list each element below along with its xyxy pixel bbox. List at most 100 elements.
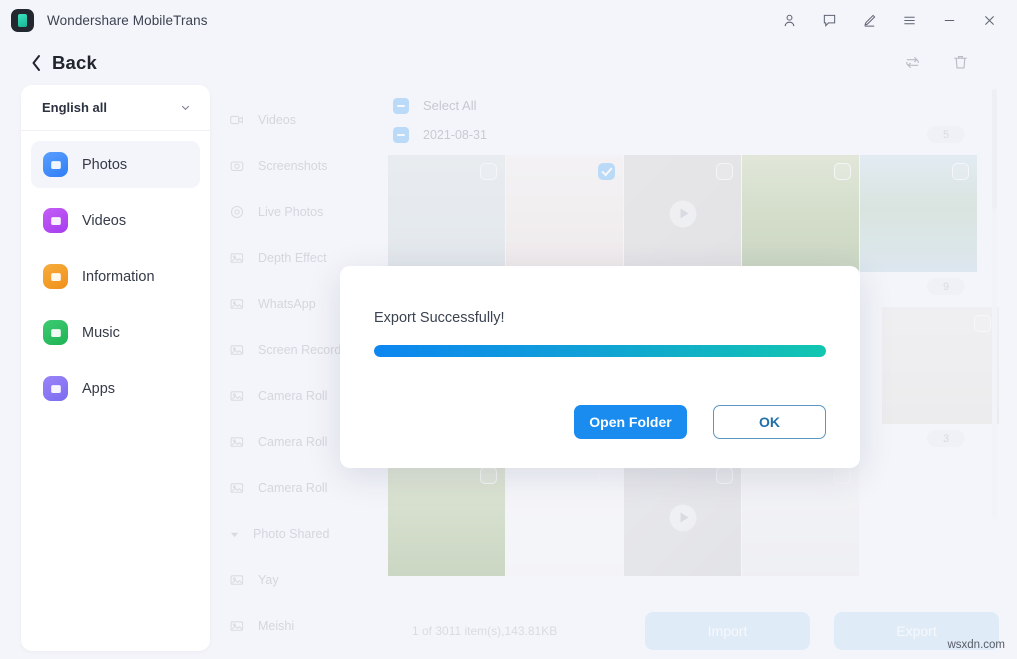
category-item-label: Screenshots — [258, 159, 327, 173]
play-icon[interactable] — [669, 200, 696, 227]
content-toolbar — [901, 52, 999, 74]
category-item-label: Videos — [258, 113, 296, 127]
refresh-icon[interactable] — [901, 52, 923, 74]
language-label: English all — [42, 100, 179, 115]
album-icon — [228, 480, 245, 497]
account-icon[interactable] — [775, 6, 803, 34]
chevron-down-icon — [179, 101, 192, 114]
dialog-message: Export Successfully! — [374, 310, 826, 326]
thumbnail-checkbox[interactable] — [480, 467, 497, 484]
thumbnail-video-clip-2[interactable] — [624, 459, 741, 576]
dialog-actions: Open Folder OK — [574, 405, 826, 439]
album-icon — [228, 388, 245, 405]
thumbnail-checkbox[interactable] — [834, 467, 851, 484]
sub-header: Back — [0, 40, 1017, 85]
sidebar-item-music[interactable]: Music — [31, 309, 200, 356]
caret-down-icon — [228, 526, 240, 543]
sidebar-item-apps[interactable]: Apps — [31, 365, 200, 412]
chevron-left-icon — [30, 54, 43, 72]
apps-icon — [43, 376, 68, 401]
category-item-label: Meishi — [258, 619, 294, 633]
date-group-count-badge: 5 — [927, 126, 965, 143]
category-item-label: Camera Roll — [258, 389, 327, 403]
app-title: Wondershare MobileTrans — [47, 13, 208, 28]
close-icon[interactable] — [975, 6, 1003, 34]
category-item-live-photos[interactable]: Live Photos — [220, 189, 388, 235]
sidebar-item-label: Videos — [82, 213, 126, 229]
videos-icon — [43, 208, 68, 233]
category-item-meishi[interactable]: Meishi — [220, 603, 388, 649]
date-group-checkbox[interactable] — [393, 127, 409, 143]
thumbnail-photo-totoro[interactable] — [882, 307, 999, 424]
category-item-label: Photo Shared — [253, 527, 329, 541]
date-group-count-badge: 9 — [927, 278, 965, 295]
thumbnail-checkbox[interactable] — [480, 163, 497, 180]
date-group-count-badge: 3 — [927, 430, 965, 447]
thumbnail-checkbox[interactable] — [834, 163, 851, 180]
album-icon — [228, 572, 245, 589]
category-item-camera-roll[interactable]: Camera Roll — [220, 465, 388, 511]
sidebar-item-videos[interactable]: Videos — [31, 197, 200, 244]
category-item-photo-shared[interactable]: Photo Shared — [220, 511, 388, 557]
date-group-label: 2021-08-31 — [423, 128, 487, 142]
language-select[interactable]: English all — [21, 85, 210, 131]
thumbnail-photo-leaves[interactable] — [388, 459, 505, 576]
category-item-label: Camera Roll — [258, 481, 327, 495]
sidebar-item-label: Apps — [82, 381, 115, 397]
screenshot-icon — [228, 158, 245, 175]
thumbnail-row — [388, 155, 999, 272]
thumbnail-checkbox[interactable] — [974, 315, 991, 332]
thumbnail-photo-plants[interactable] — [742, 155, 859, 272]
delete-icon[interactable] — [949, 52, 971, 74]
selection-status: 1 of 3011 item(s),143.81KB — [408, 624, 557, 638]
thumbnail-photo-beach[interactable] — [860, 155, 977, 272]
category-item-label: WhatsApp — [258, 297, 316, 311]
thumbnail-checkbox[interactable] — [598, 467, 615, 484]
window-controls — [775, 6, 1003, 34]
thumbnail-row — [388, 459, 999, 576]
thumbnail-checkbox[interactable] — [952, 163, 969, 180]
back-button[interactable]: Back — [30, 52, 97, 74]
app-logo-icon — [11, 9, 34, 32]
play-icon[interactable] — [669, 504, 696, 531]
sidebar-nav: Photos Videos Information Music Apps — [21, 131, 210, 412]
edit-icon[interactable] — [855, 6, 883, 34]
thumbnail-photo-person[interactable] — [388, 155, 505, 272]
category-item-videos[interactable]: Videos — [220, 97, 388, 143]
sidebar-item-information[interactable]: Information — [31, 253, 200, 300]
information-icon — [43, 264, 68, 289]
category-item-yay[interactable]: Yay — [220, 557, 388, 603]
category-item-label: Screen Recorder — [258, 343, 353, 357]
thumbnail-video-clip[interactable] — [624, 155, 741, 272]
category-item-screenshots[interactable]: Screenshots — [220, 143, 388, 189]
ok-button[interactable]: OK — [713, 405, 826, 439]
progress-bar — [374, 345, 826, 357]
sidebar-item-label: Information — [82, 269, 155, 285]
live-photo-icon — [228, 204, 245, 221]
album-icon — [228, 250, 245, 267]
thumbnail-checkbox[interactable] — [716, 163, 733, 180]
category-item-label: Camera Roll — [258, 435, 327, 449]
photos-icon — [43, 152, 68, 177]
feedback-icon[interactable] — [815, 6, 843, 34]
progress-bar-fill — [374, 345, 826, 357]
import-button[interactable]: Import — [645, 612, 810, 650]
open-folder-button[interactable]: Open Folder — [574, 405, 687, 439]
thumbnail-photo-diagram[interactable] — [506, 459, 623, 576]
thumbnail-checkbox[interactable] — [598, 163, 615, 180]
menu-icon[interactable] — [895, 6, 923, 34]
thumbnail-checkbox[interactable] — [716, 467, 733, 484]
sidebar-item-photos[interactable]: Photos — [31, 141, 200, 188]
select-all-checkbox[interactable] — [393, 98, 409, 114]
minimize-icon[interactable] — [935, 6, 963, 34]
thumbnail-photo-cable[interactable] — [742, 459, 859, 576]
vertical-scrollbar[interactable] — [992, 89, 997, 519]
thumbnail-photo-flowers[interactable] — [506, 155, 623, 272]
bottom-action-bar: 1 of 3011 item(s),143.81KB Import Export — [408, 603, 999, 659]
category-item-label: Depth Effect — [258, 251, 327, 265]
sidebar-item-label: Music — [82, 325, 120, 341]
category-item-label: Live Photos — [258, 205, 323, 219]
sidebar: English all Photos Videos Information Music… — [21, 85, 210, 651]
back-label: Back — [52, 52, 97, 74]
select-all-row: Select All — [388, 85, 999, 120]
